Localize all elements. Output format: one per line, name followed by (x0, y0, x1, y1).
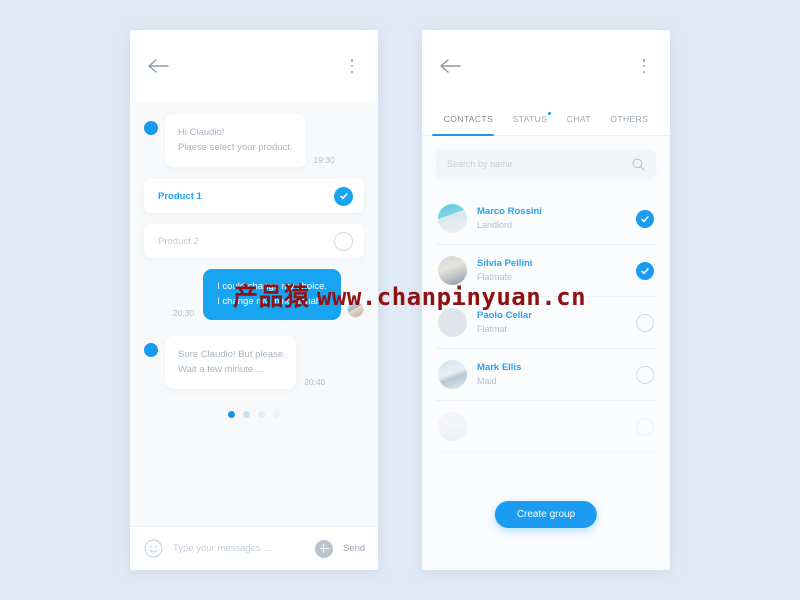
product-option-1-label: Product 1 (158, 190, 202, 202)
message-row-incoming: Sure Claudio! But please Wait a few minu… (144, 336, 364, 389)
tab-others-label: OTHERS (610, 114, 649, 124)
message-input[interactable] (173, 543, 305, 554)
message-timestamp: 20:30 (172, 308, 195, 318)
contact-name: Paolo Cellar (477, 310, 532, 321)
back-arrow-icon[interactable] (148, 58, 170, 74)
check-icon (334, 186, 353, 206)
avatar (438, 308, 467, 337)
message-bubble-incoming: Hi Claudio! Plaese select your product. (165, 114, 306, 167)
radio-empty-icon[interactable] (636, 365, 654, 384)
contact-dot-avatar (144, 121, 158, 135)
search-icon[interactable] (632, 158, 645, 171)
message-bubble-incoming: Sure Claudio! But please Wait a few minu… (165, 336, 297, 389)
radio-empty-icon[interactable] (636, 313, 654, 332)
create-group-button[interactable]: Create group (494, 501, 598, 528)
tab-contacts[interactable]: CONTACTS (434, 106, 503, 132)
list-fade-overlay (422, 530, 670, 570)
tab-contacts-label: CONTACTS (443, 114, 494, 124)
check-icon[interactable] (636, 261, 654, 280)
contact-row[interactable]: Silvia Pellini Flatmate (436, 245, 656, 297)
avatar (438, 412, 467, 441)
message-composer: Send (130, 526, 378, 570)
message-line-1: Sure Claudio! But please (178, 349, 284, 360)
message-line-2: Wait a few minute ... (178, 364, 264, 375)
radio-empty-icon[interactable] (636, 417, 654, 436)
kebab-menu-icon[interactable] (344, 57, 360, 75)
status-badge-dot (548, 112, 552, 115)
contact-name: Mark Ellis (477, 362, 522, 373)
avatar (438, 360, 467, 389)
product-option-list: Product 1 Product 2 (144, 179, 364, 258)
avatar (438, 256, 467, 285)
screens-container: Hi Claudio! Plaese select your product. … (0, 0, 800, 600)
chat-topbar (130, 30, 378, 102)
contact-role: Flatmat (477, 324, 508, 334)
pagination-dot[interactable] (273, 411, 280, 418)
contacts-screen: CONTACTS STATUS CHAT OTHERS Search by na… (422, 30, 670, 570)
contact-text: Paolo Cellar Flatmat (477, 309, 626, 336)
message-row-incoming: Hi Claudio! Plaese select your product. … (144, 114, 364, 167)
tab-chat-label: CHAT (566, 114, 591, 124)
tab-status[interactable]: STATUS (503, 106, 557, 132)
pagination-dot[interactable] (243, 411, 250, 418)
contact-dot-avatar (144, 343, 158, 357)
contact-text: Silvia Pellini Flatmate (477, 257, 626, 284)
contact-text: Marco Rossini Landlord (477, 205, 626, 232)
search-input[interactable] (447, 159, 624, 169)
avatar (347, 301, 364, 318)
chat-message-list: Hi Claudio! Plaese select your product. … (130, 102, 378, 526)
send-button[interactable]: Send (343, 543, 365, 554)
contact-row[interactable]: Marco Rossini Landlord (436, 193, 656, 245)
product-option-2[interactable]: Product 2 (144, 224, 364, 258)
contacts-topbar (422, 30, 670, 102)
pagination-dot-active[interactable] (228, 411, 235, 418)
product-option-2-label: Product 2 (158, 235, 199, 247)
message-timestamp: 20:40 (304, 377, 326, 387)
message-line-1: Hi Claudio! (178, 127, 225, 138)
pagination-dots[interactable] (144, 411, 364, 418)
contact-row[interactable]: Paolo Cellar Flatmat (436, 297, 656, 349)
tab-status-label: STATUS (512, 114, 548, 124)
plus-icon[interactable] (315, 539, 333, 558)
contacts-list: Marco Rossini Landlord Silvia Pellini Fl… (422, 136, 670, 570)
contact-role: Maid (477, 376, 497, 386)
smiley-icon[interactable] (144, 539, 163, 558)
contact-role: Flatmate (477, 272, 513, 282)
contact-row-partial[interactable] (436, 401, 656, 453)
product-option-1[interactable]: Product 1 (144, 179, 364, 213)
message-line-2: I change my mind hahah (217, 296, 322, 307)
radio-empty-icon (334, 231, 353, 251)
kebab-menu-icon[interactable] (636, 57, 652, 75)
contact-name: Marco Rossini (477, 206, 542, 217)
chat-screen: Hi Claudio! Plaese select your product. … (130, 30, 378, 570)
contact-role: Landlord (477, 220, 513, 230)
check-icon[interactable] (636, 209, 654, 228)
contact-name: Silvia Pellini (477, 258, 533, 269)
tab-bar: CONTACTS STATUS CHAT OTHERS (422, 102, 670, 136)
tab-chat[interactable]: CHAT (557, 106, 601, 132)
search-bar[interactable] (436, 149, 656, 179)
message-line-2: Plaese select your product. (178, 142, 293, 153)
message-line-1: I could change my choice. (217, 281, 327, 292)
tab-others[interactable]: OTHERS (601, 106, 658, 132)
back-arrow-icon[interactable] (440, 58, 462, 74)
avatar (438, 204, 467, 233)
message-bubble-outgoing: I could change my choice. I change my mi… (203, 269, 341, 320)
contact-row[interactable]: Mark Ellis Maid (436, 349, 656, 401)
pagination-dot[interactable] (258, 411, 265, 418)
contact-text: Mark Ellis Maid (477, 361, 626, 388)
message-timestamp: 19:30 (313, 155, 335, 165)
message-row-outgoing: 20:30 I could change my choice. I change… (144, 269, 364, 320)
